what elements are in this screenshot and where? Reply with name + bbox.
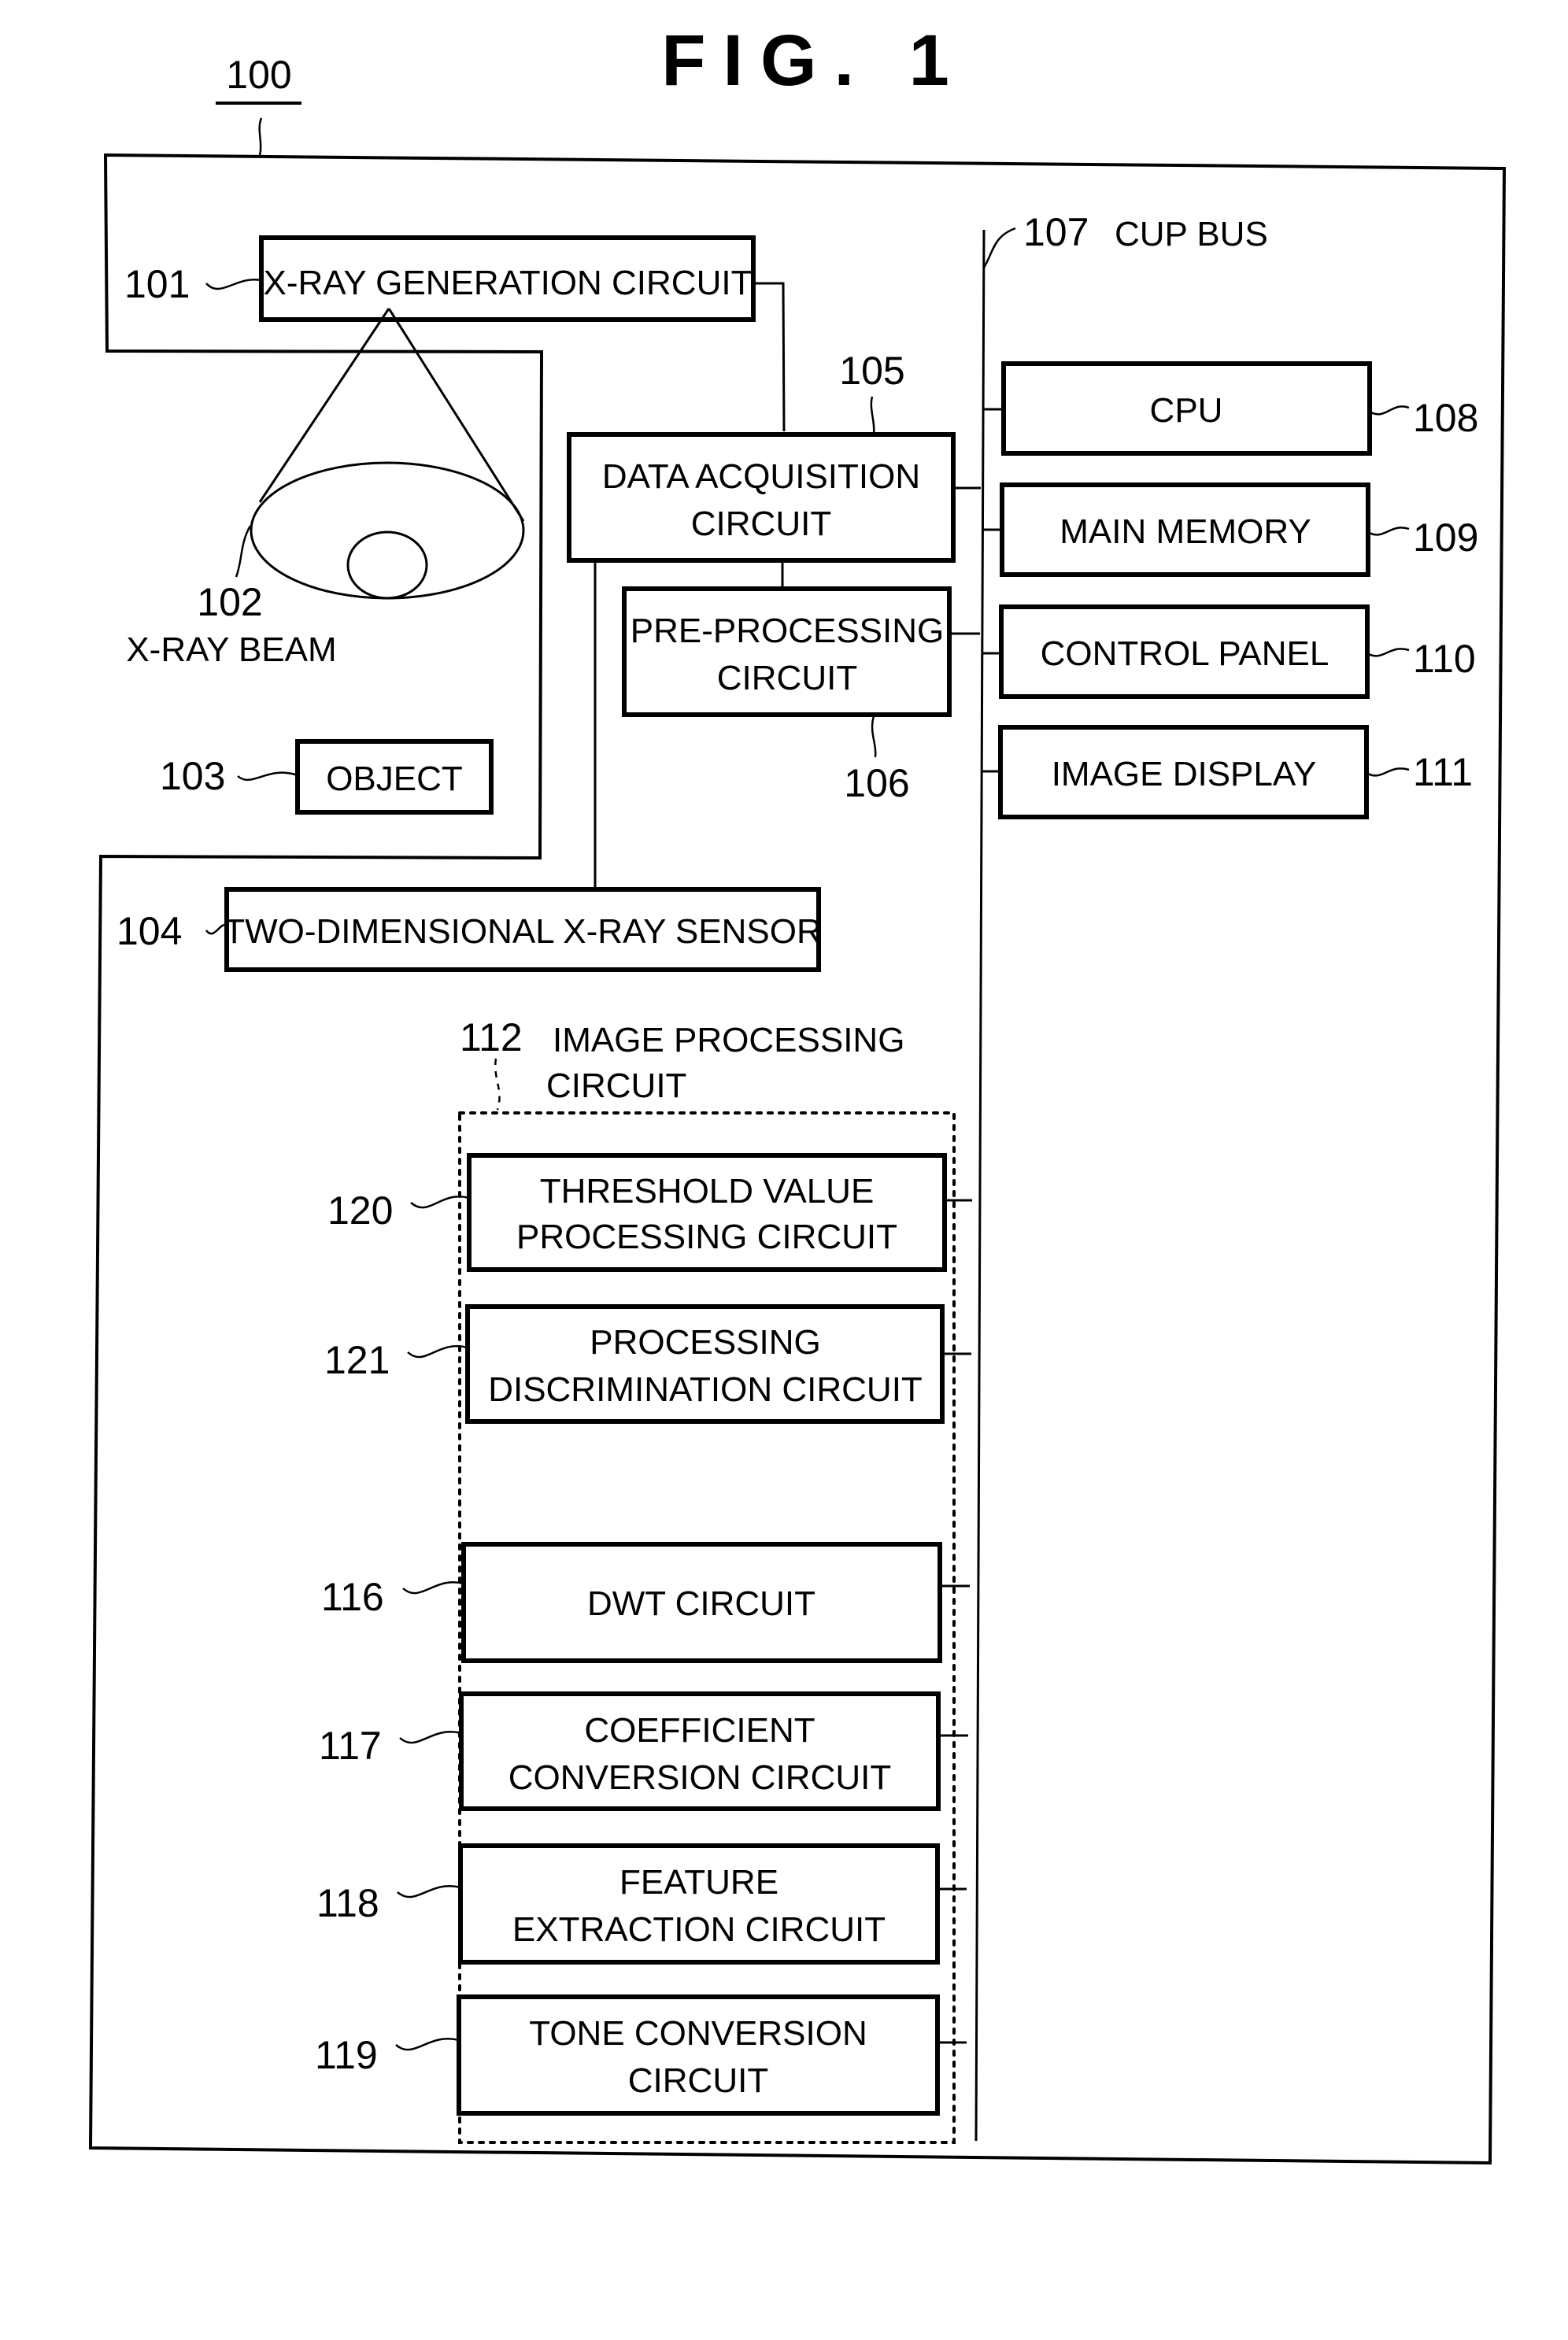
threshold-block: THRESHOLD VALUE PROCESSING CIRCUIT 120	[327, 1153, 972, 1272]
xray-beam-label: X-RAY BEAM	[126, 630, 336, 669]
image-display-block: IMAGE DISPLAY 111	[981, 725, 1473, 819]
data-acquisition-block: DATA ACQUISITION CIRCUIT 105	[567, 349, 956, 563]
discrimination-line-2: DISCRIMINATION CIRCUIT	[488, 1370, 923, 1409]
discrimination-block: PROCESSING DISCRIMINATION CIRCUIT 121	[324, 1304, 971, 1424]
coefficient-line-2: CONVERSION CIRCUIT	[508, 1758, 891, 1797]
pre-processing-line-2: CIRCUIT	[717, 659, 857, 697]
ref-100-leader	[258, 117, 263, 157]
ref-110: 110	[1413, 637, 1476, 681]
ref-103: 103	[160, 754, 225, 798]
bus-label: CUP BUS	[1115, 215, 1268, 253]
ref-109-leader	[1367, 527, 1410, 536]
ref-107: 107	[1023, 210, 1089, 254]
ref-102: 102	[197, 580, 262, 624]
ref-119: 119	[315, 2033, 378, 2077]
figure-title: FIG. 1	[661, 20, 967, 101]
xray-beam: 102 X-RAY BEAM	[126, 308, 525, 669]
control-panel-label: CONTROL PANEL	[1041, 634, 1329, 673]
ref-101: 101	[124, 262, 190, 306]
discrimination-line-1: PROCESSING	[590, 1323, 820, 1362]
data-acquisition-line-1: DATA ACQUISITION	[602, 457, 920, 496]
ref-101-leader	[205, 278, 262, 290]
ref-118: 118	[316, 1881, 379, 1925]
object-label: OBJECT	[326, 760, 463, 798]
tone-line-2: CIRCUIT	[628, 2061, 768, 2100]
ref-110-leader	[1366, 648, 1410, 657]
main-memory-block: MAIN MEMORY 109	[982, 482, 1478, 577]
cpu-bus-line	[974, 229, 986, 2142]
ref-105-leader	[870, 396, 875, 435]
ref-111: 111	[1413, 750, 1473, 794]
threshold-line-1: THRESHOLD VALUE	[540, 1172, 875, 1211]
ref-108: 108	[1413, 396, 1478, 440]
main-memory-label: MAIN MEMORY	[1060, 512, 1311, 551]
block-diagram: FIG. 1 100 107 CUP BUS X-RAY GENERATION …	[88, 20, 1507, 2165]
ref-120: 120	[327, 1188, 393, 1233]
ref-100: 100	[226, 53, 291, 97]
ref-104: 104	[116, 909, 182, 953]
dwt-block: DWT CIRCUIT 116	[321, 1542, 970, 1663]
coefficient-line-1: COEFFICIENT	[584, 1711, 815, 1750]
ref-116-leader	[402, 1581, 464, 1595]
feature-block: FEATURE EXTRACTION CIRCUIT 118	[316, 1843, 967, 1965]
xray-to-acquisition-line	[753, 282, 786, 432]
data-acquisition-line-2: CIRCUIT	[691, 505, 831, 543]
threshold-line-2: PROCESSING CIRCUIT	[516, 1218, 897, 1256]
object-ellipse	[346, 530, 428, 600]
ref-109: 109	[1413, 516, 1478, 560]
ref-102-leader	[235, 525, 252, 578]
image-processing-label-2: CIRCUIT	[546, 1066, 686, 1105]
object-block: OBJECT 103	[160, 739, 494, 815]
ref-111-leader	[1366, 767, 1410, 777]
ref-116: 116	[321, 1575, 384, 1619]
ref-119-leader	[395, 2038, 460, 2051]
ref-106: 106	[844, 761, 909, 805]
ref-118-leader	[397, 1885, 461, 1898]
cpu-label: CPU	[1150, 391, 1223, 430]
sensor-label: TWO-DIMENSIONAL X-RAY SENSOR	[224, 912, 822, 951]
beam-ellipse	[250, 461, 525, 600]
coefficient-block: COEFFICIENT CONVERSION CIRCUIT 117	[319, 1691, 968, 1811]
control-panel-block: CONTROL PANEL 110	[982, 604, 1476, 699]
ref-121: 121	[324, 1338, 390, 1382]
pre-processing-block: PRE-PROCESSING CIRCUIT 106	[622, 586, 952, 805]
dwt-label: DWT CIRCUIT	[587, 1584, 815, 1623]
bus-leader	[982, 227, 1016, 268]
xray-generation-block: X-RAY GENERATION CIRCUIT 101	[124, 235, 756, 322]
cpu-block: CPU 108	[983, 361, 1478, 456]
xray-generation-label: X-RAY GENERATION CIRCUIT	[264, 264, 753, 302]
feature-line-1: FEATURE	[619, 1863, 778, 1902]
ref-105: 105	[839, 349, 904, 393]
pre-processing-line-1: PRE-PROCESSING	[631, 612, 945, 650]
ref-106-leader	[871, 715, 877, 758]
ref-103-leader	[237, 771, 298, 781]
ref-108-leader	[1369, 405, 1410, 416]
ref-117-leader	[399, 1731, 462, 1744]
feature-line-2: EXTRACTION CIRCUIT	[512, 1910, 886, 1949]
sensor-block: TWO-DIMENSIONAL X-RAY SENSOR 104	[116, 887, 822, 972]
image-display-label: IMAGE DISPLAY	[1052, 755, 1317, 793]
ref-117: 117	[319, 1724, 382, 1768]
tone-block: TONE CONVERSION CIRCUIT 119	[315, 1994, 967, 2116]
ref-112-leader	[494, 1058, 501, 1111]
image-processing-label-1: IMAGE PROCESSING	[553, 1021, 904, 1059]
tone-line-1: TONE CONVERSION	[529, 2014, 867, 2053]
ref-112: 112	[460, 1015, 523, 1059]
